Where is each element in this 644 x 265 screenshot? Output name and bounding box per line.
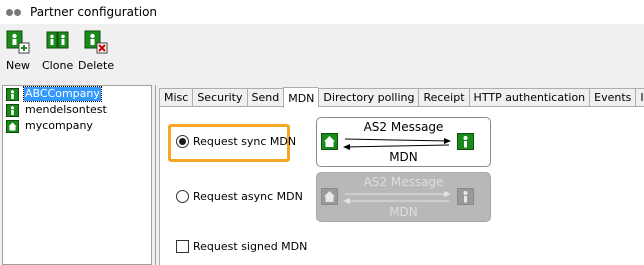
sync-mdn-label: Request sync MDN: [193, 135, 297, 148]
delete-partner-icon: [84, 30, 108, 54]
tab-send[interactable]: Send: [246, 88, 284, 107]
local-station-icon: [6, 119, 19, 133]
async-mdn-radio[interactable]: Request async MDN: [176, 190, 303, 203]
sync-mdn-diagram: AS2 Message MDN: [316, 117, 491, 167]
tree-item-abccompany[interactable]: ABCCompany: [3, 86, 151, 102]
delete-button[interactable]: Delete: [78, 30, 114, 72]
checkbox-indicator: [176, 240, 189, 253]
tree-item-label: ABCCompany: [23, 86, 102, 102]
radio-unchecked-indicator: [176, 190, 189, 203]
tab-events[interactable]: Events: [589, 88, 636, 107]
async-mdn-diagram: AS2 Message MDN: [316, 172, 491, 222]
tree-item-label: mendelsontest: [25, 103, 107, 116]
partner-tree[interactable]: ABCCompany mendelsontest mycompany: [2, 85, 152, 265]
tab-mdn[interactable]: MDN: [283, 87, 319, 108]
as2-message-label: AS2 Message: [363, 175, 444, 189]
signed-mdn-label: Request signed MDN: [193, 240, 308, 253]
delete-button-label: Delete: [78, 59, 115, 72]
tab-info[interactable]: Info: [635, 88, 644, 107]
sync-mdn-radio[interactable]: Request sync MDN: [176, 135, 296, 148]
remote-partner-icon: [457, 133, 474, 150]
tab-directory-polling[interactable]: Directory polling: [318, 88, 419, 107]
tab-security[interactable]: Security: [192, 88, 247, 107]
remote-partner-icon: [6, 87, 19, 101]
new-partner-icon: [6, 30, 30, 54]
new-button-label: New: [6, 59, 30, 72]
remote-partner-icon: [457, 188, 474, 205]
signed-mdn-checkbox[interactable]: Request signed MDN: [176, 240, 307, 253]
local-station-icon: [321, 133, 338, 150]
title-bar: Partner configuration: [0, 0, 644, 24]
tab-http-authentication[interactable]: HTTP authentication: [468, 88, 590, 107]
clone-button-label: Clone: [42, 59, 74, 72]
toolbar: New Clone Delete: [0, 24, 644, 80]
mdn-label: MDN: [389, 205, 418, 219]
async-mdn-label: Request async MDN: [193, 190, 303, 203]
new-button[interactable]: New: [6, 30, 30, 72]
tab-bar: Misc Security Send MDN Directory polling…: [159, 87, 644, 108]
local-station-icon: [321, 188, 338, 205]
tab-receipt[interactable]: Receipt: [418, 88, 469, 107]
window-title: Partner configuration: [30, 5, 158, 19]
remote-partner-icon: [6, 103, 19, 117]
clone-button[interactable]: Clone: [42, 30, 73, 72]
app-icon: [6, 7, 22, 17]
tree-item-mycompany[interactable]: mycompany: [3, 118, 151, 134]
tree-item-mendelsontest[interactable]: mendelsontest: [3, 102, 151, 118]
tree-item-label: mycompany: [25, 119, 93, 132]
partner-details-pane: Misc Security Send MDN Directory polling…: [155, 85, 644, 265]
mdn-tab-panel: Request sync MDN Request async MDN Reque…: [159, 106, 644, 265]
mdn-label: MDN: [389, 150, 418, 164]
tab-misc[interactable]: Misc: [159, 88, 193, 107]
clone-partner-icon: [46, 31, 69, 49]
as2-message-label: AS2 Message: [363, 120, 444, 134]
radio-checked-indicator: [176, 135, 189, 148]
